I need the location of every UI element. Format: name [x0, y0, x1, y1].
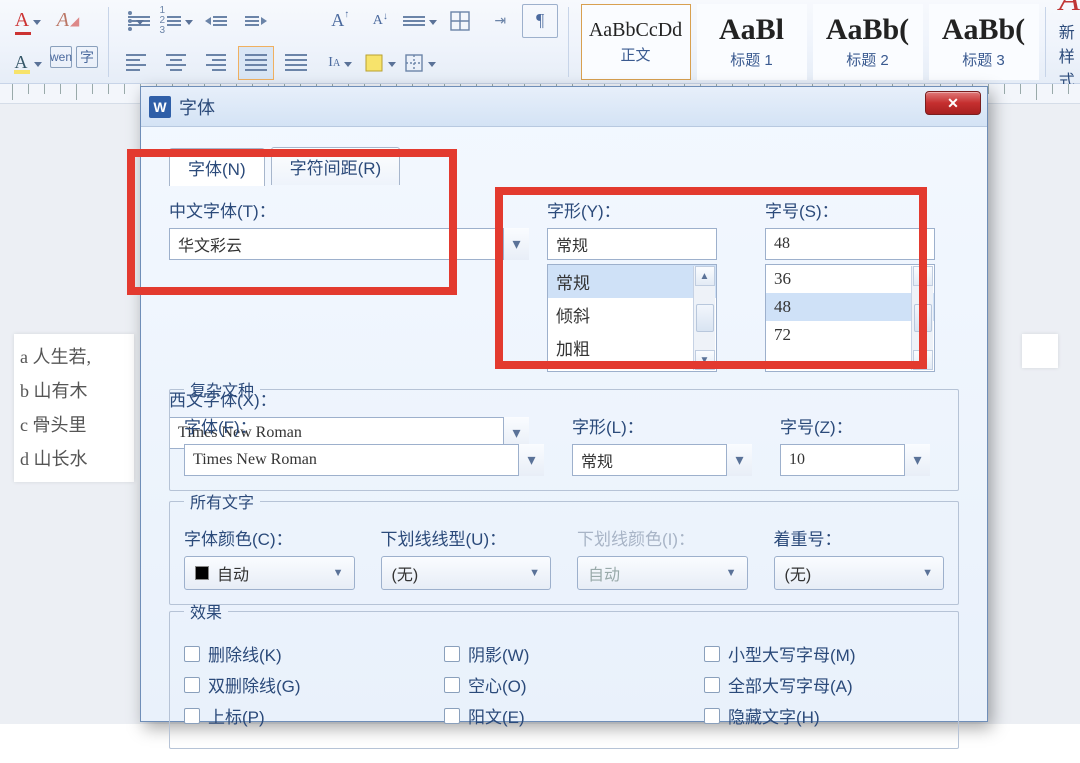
- chevron-down-icon[interactable]: ▾: [518, 444, 544, 476]
- effects-group: 效果 删除线(K) 双删除线(G) 上标(P) 阴影(W) 空心(O) 阳文(E…: [169, 599, 959, 749]
- font-dialog: W 字体 ✕ 字体(N) 字符间距(R) 中文字体(T)： 字形(Y)： 字号(…: [140, 86, 988, 722]
- document-page[interactable]: a 人生若, b 山有木 c 骨头里 d 山长水: [14, 334, 134, 482]
- size-option[interactable]: 48: [766, 293, 934, 321]
- scroll-thumb[interactable]: [696, 304, 714, 332]
- complex-font-combo[interactable]: Times New Roman ▾: [184, 444, 544, 476]
- text-line: b 山有木: [20, 374, 130, 408]
- style-option-italic[interactable]: 倾斜: [548, 298, 716, 331]
- align-distribute-icon[interactable]: [278, 46, 314, 80]
- size-option[interactable]: 36: [766, 265, 934, 293]
- chk-emboss[interactable]: 阳文(E): [444, 703, 684, 728]
- scrollbar[interactable]: ▲ ▼: [693, 266, 715, 370]
- chinese-font-label: 中文字体(T)：: [169, 197, 529, 222]
- char-border-icon[interactable]: 字: [76, 46, 98, 68]
- line-spacing-icon[interactable]: [402, 4, 438, 38]
- style-gallery[interactable]: AaBbCcDd 正文 AaBl 标题 1 AaBb( 标题 2 AaBb( 标…: [581, 4, 1039, 80]
- scroll-down-icon[interactable]: ▼: [913, 350, 933, 370]
- style-input[interactable]: 常规: [547, 228, 717, 260]
- underline-color-combo: 自动▼: [577, 556, 748, 590]
- chk-smallcaps[interactable]: 小型大写字母(M): [704, 641, 944, 666]
- emphasis-label: 着重号：: [774, 525, 945, 550]
- complex-style-label: 字形(L)：: [572, 413, 752, 438]
- underline-combo[interactable]: (无)▼: [381, 556, 552, 590]
- size-input[interactable]: 48: [765, 228, 935, 260]
- underline-color-label: 下划线颜色(I)：: [577, 525, 748, 550]
- size-option[interactable]: 72: [766, 321, 934, 349]
- page-edge: [1022, 334, 1058, 368]
- dialog-titlebar[interactable]: W 字体 ✕: [141, 87, 987, 127]
- complex-style-combo[interactable]: 常规 ▾: [572, 444, 752, 476]
- chk-strike[interactable]: 删除线(K): [184, 641, 424, 666]
- style-label: 字形(Y)：: [547, 197, 747, 222]
- style-heading3[interactable]: AaBb( 标题 3: [929, 4, 1039, 80]
- clear-format-icon[interactable]: A ◢: [50, 4, 86, 38]
- chinese-font-value[interactable]: 华文彩云: [169, 228, 529, 260]
- scroll-down-icon[interactable]: ▼: [695, 350, 715, 370]
- align-center-icon[interactable]: [158, 46, 194, 80]
- chk-shadow[interactable]: 阴影(W): [444, 641, 684, 666]
- shading-icon[interactable]: [362, 46, 398, 80]
- scrollbar[interactable]: ▲ ▼: [911, 266, 933, 370]
- chk-outline[interactable]: 空心(O): [444, 672, 684, 697]
- outdent-icon[interactable]: [198, 4, 234, 38]
- chevron-down-icon[interactable]: ▾: [503, 228, 529, 260]
- alltext-legend: 所有文字: [184, 489, 260, 513]
- scroll-thumb[interactable]: [914, 304, 932, 332]
- dialog-title: 字体: [179, 94, 215, 120]
- show-marks-icon[interactable]: ¶: [522, 4, 558, 38]
- scroll-up-icon[interactable]: ▲: [695, 266, 715, 286]
- text-line: a 人生若,: [20, 340, 130, 374]
- chevron-down-icon[interactable]: ▾: [726, 444, 752, 476]
- app-icon: W: [149, 96, 171, 118]
- complex-font-label: 字体(F)：: [184, 413, 544, 438]
- chevron-down-icon[interactable]: ▾: [904, 444, 930, 476]
- text-color-icon[interactable]: A: [10, 4, 46, 38]
- style-option-bold[interactable]: 加粗: [548, 331, 716, 364]
- new-style-button[interactable]: A✦ 新样式: [1059, 3, 1080, 81]
- ribbon-toolbar: A A ◢ A wen 字: [0, 0, 1080, 84]
- tab-font[interactable]: 字体(N): [169, 148, 265, 186]
- chk-dblstrike[interactable]: 双删除线(G): [184, 672, 424, 697]
- tab-spacing[interactable]: 字符间距(R): [271, 147, 401, 185]
- highlight-icon[interactable]: A: [10, 46, 46, 80]
- style-option-regular[interactable]: 常规: [548, 265, 716, 298]
- effects-legend: 效果: [184, 599, 228, 623]
- underline-label: 下划线线型(U)：: [381, 525, 552, 550]
- font-color-label: 字体颜色(C)：: [184, 525, 355, 550]
- font-color-combo[interactable]: 自动 ▼: [184, 556, 355, 590]
- chk-allcaps[interactable]: 全部大写字母(A): [704, 672, 944, 697]
- table-icon[interactable]: [442, 4, 478, 38]
- complex-size-combo[interactable]: 10 ▾: [780, 444, 930, 476]
- text-dir-icon[interactable]: IA: [322, 46, 358, 80]
- chk-hidden[interactable]: 隐藏文字(H): [704, 703, 944, 728]
- complex-size-label: 字号(Z)：: [780, 413, 930, 438]
- close-button[interactable]: ✕: [925, 91, 981, 115]
- pinyin-icon[interactable]: wen: [50, 46, 72, 68]
- all-text-group: 所有文字 字体颜色(C)： 自动 ▼ 下划线线型(U)： (无)▼ 下划线颜: [169, 489, 959, 605]
- emphasis-combo[interactable]: (无)▼: [774, 556, 945, 590]
- borders-icon[interactable]: [402, 46, 438, 80]
- increase-font-icon[interactable]: A↑: [322, 4, 358, 38]
- size-label: 字号(S)：: [765, 197, 965, 222]
- align-justify-icon[interactable]: [238, 46, 274, 80]
- style-heading1[interactable]: AaBl 标题 1: [697, 4, 807, 80]
- close-icon: ✕: [947, 95, 959, 112]
- align-right-icon[interactable]: [198, 46, 234, 80]
- style-normal[interactable]: AaBbCcDd 正文: [581, 4, 691, 80]
- tab-marker-icon[interactable]: ⇥: [482, 4, 518, 38]
- numbering-icon[interactable]: 123: [158, 4, 194, 38]
- new-style-icon: A✦: [1059, 0, 1080, 19]
- indent-icon[interactable]: [238, 4, 274, 38]
- chinese-font-combo[interactable]: 华文彩云 ▾: [169, 228, 529, 372]
- text-line: c 骨头里: [20, 408, 130, 442]
- complex-legend: 复杂文种: [184, 377, 260, 401]
- bullets-icon[interactable]: [118, 4, 154, 38]
- scroll-up-icon[interactable]: ▲: [913, 266, 933, 286]
- align-left-icon[interactable]: [118, 46, 154, 80]
- text-line: d 山长水: [20, 442, 130, 476]
- decrease-font-icon[interactable]: A↓: [362, 4, 398, 38]
- chk-superscript[interactable]: 上标(P): [184, 703, 424, 728]
- complex-script-group: 复杂文种 字体(F)： Times New Roman ▾ 字形(L)： 常规 …: [169, 377, 959, 491]
- style-heading2[interactable]: AaBb( 标题 2: [813, 4, 923, 80]
